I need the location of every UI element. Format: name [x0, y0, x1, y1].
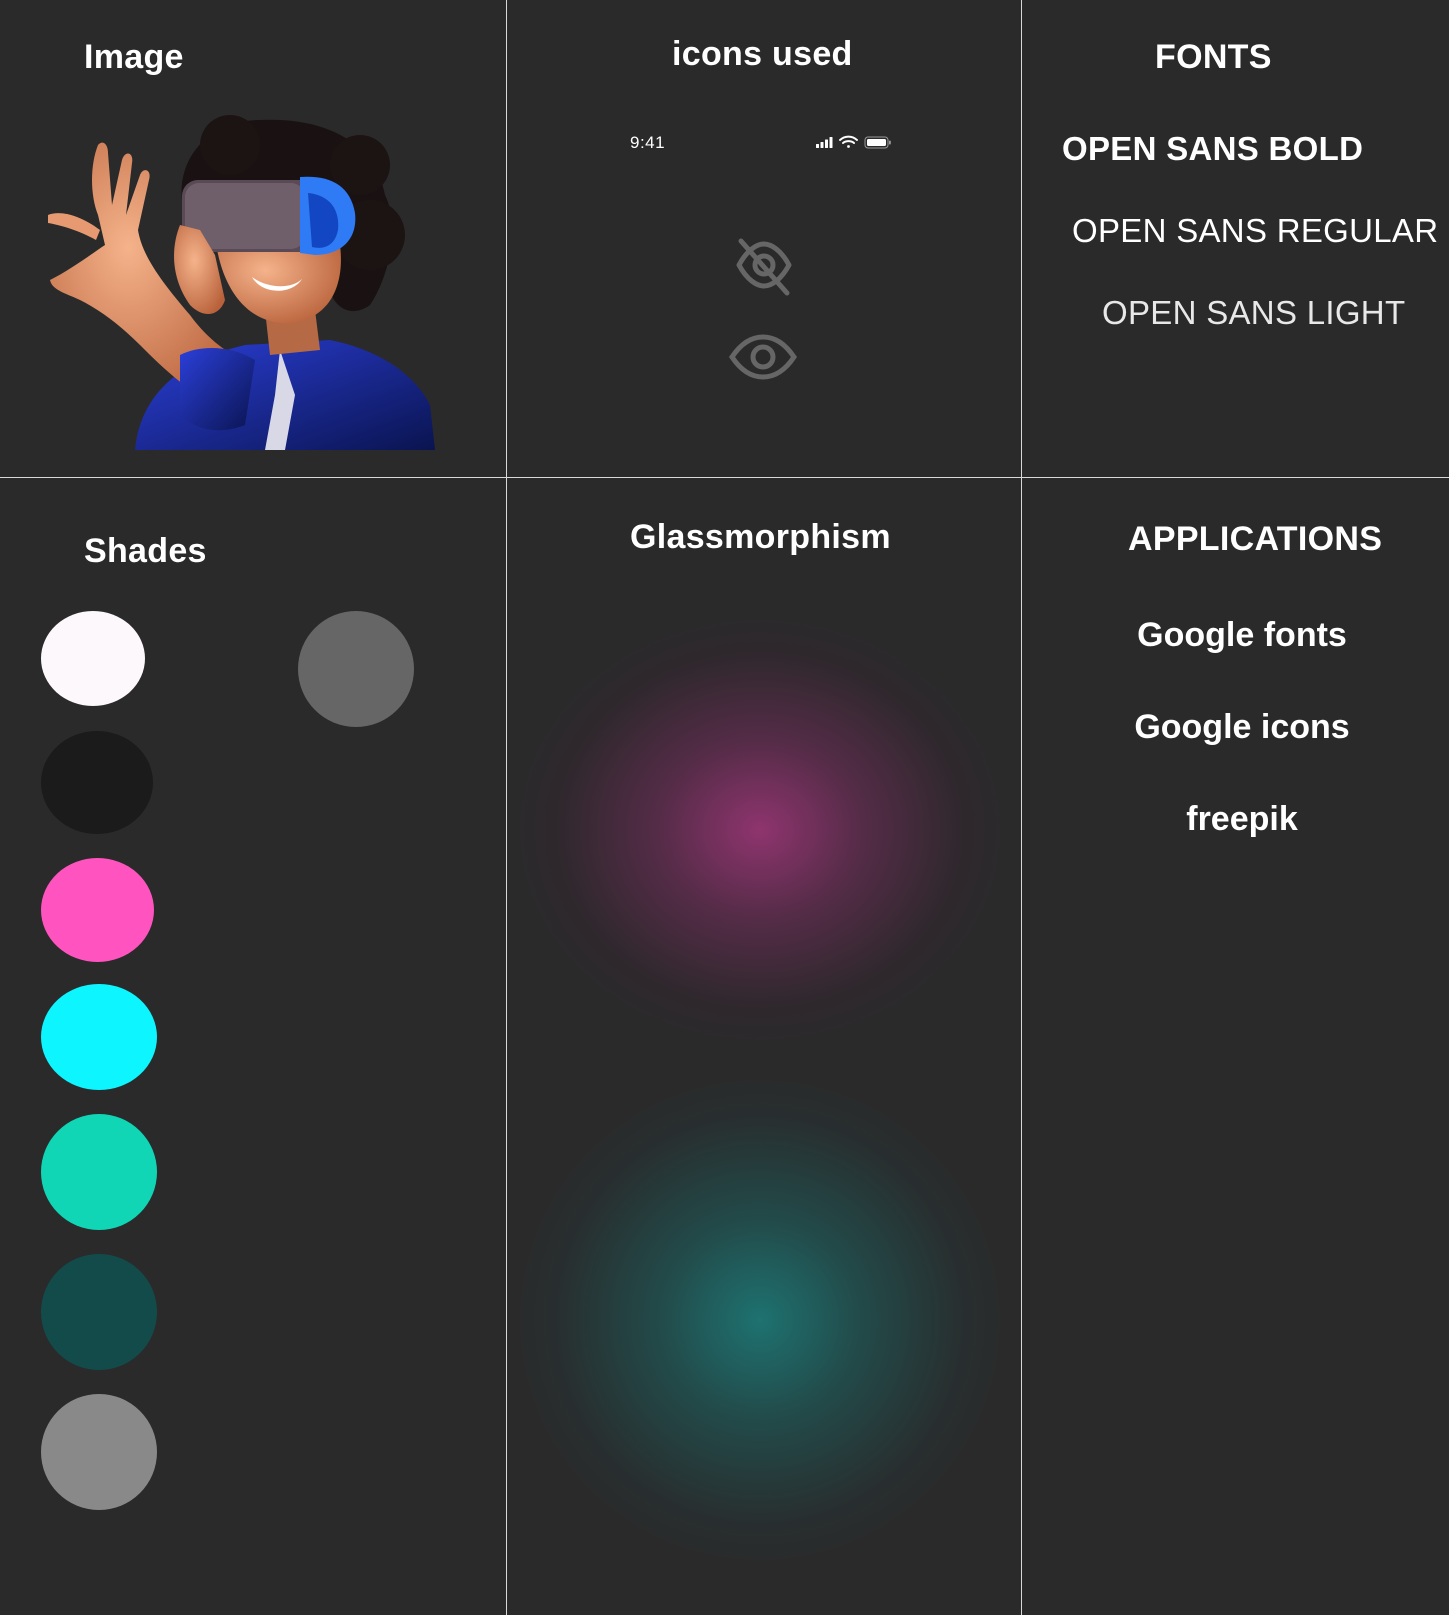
icons-panel-title: icons used — [672, 35, 853, 73]
application-freepik: freepik — [1186, 800, 1298, 838]
swatch-teal — [41, 1114, 157, 1230]
swatch-grey — [41, 1394, 157, 1510]
swatch-white — [41, 611, 145, 706]
application-google-fonts: Google fonts — [1137, 616, 1347, 654]
font-sample-bold: OPEN SANS BOLD — [1062, 130, 1364, 167]
status-bar-icons — [814, 134, 894, 155]
image-panel-title: Image — [84, 38, 184, 76]
signal-icon — [816, 137, 833, 148]
glass-glow-teal — [520, 1080, 1000, 1560]
swatch-dark-grey — [298, 611, 414, 727]
font-sample-regular: OPEN SANS REGULAR — [1072, 212, 1439, 249]
fonts-panel-title: FONTS — [1155, 38, 1272, 76]
glass-glow-pink — [520, 620, 1000, 1040]
battery-icon — [864, 136, 891, 149]
divider-vertical-2 — [1021, 0, 1022, 1615]
shades-panel-title: Shades — [84, 532, 207, 570]
swatch-dark-teal — [41, 1254, 157, 1370]
status-bar-time: 9:41 — [630, 133, 666, 152]
swatch-black — [41, 731, 153, 834]
application-google-icons: Google icons — [1134, 708, 1350, 746]
swatch-pink — [41, 858, 154, 962]
eye-off-icon — [733, 235, 795, 304]
divider-horizontal — [0, 477, 1449, 478]
eye-icon — [728, 333, 798, 386]
vr-person-photo — [30, 105, 450, 455]
font-sample-light: OPEN SANS LIGHT — [1102, 294, 1406, 331]
applications-panel-title: APPLICATIONS — [1128, 520, 1383, 558]
wifi-icon — [839, 135, 858, 148]
swatch-cyan — [41, 984, 157, 1090]
divider-vertical-1 — [506, 0, 507, 1615]
glass-panel-title: Glassmorphism — [630, 518, 891, 556]
